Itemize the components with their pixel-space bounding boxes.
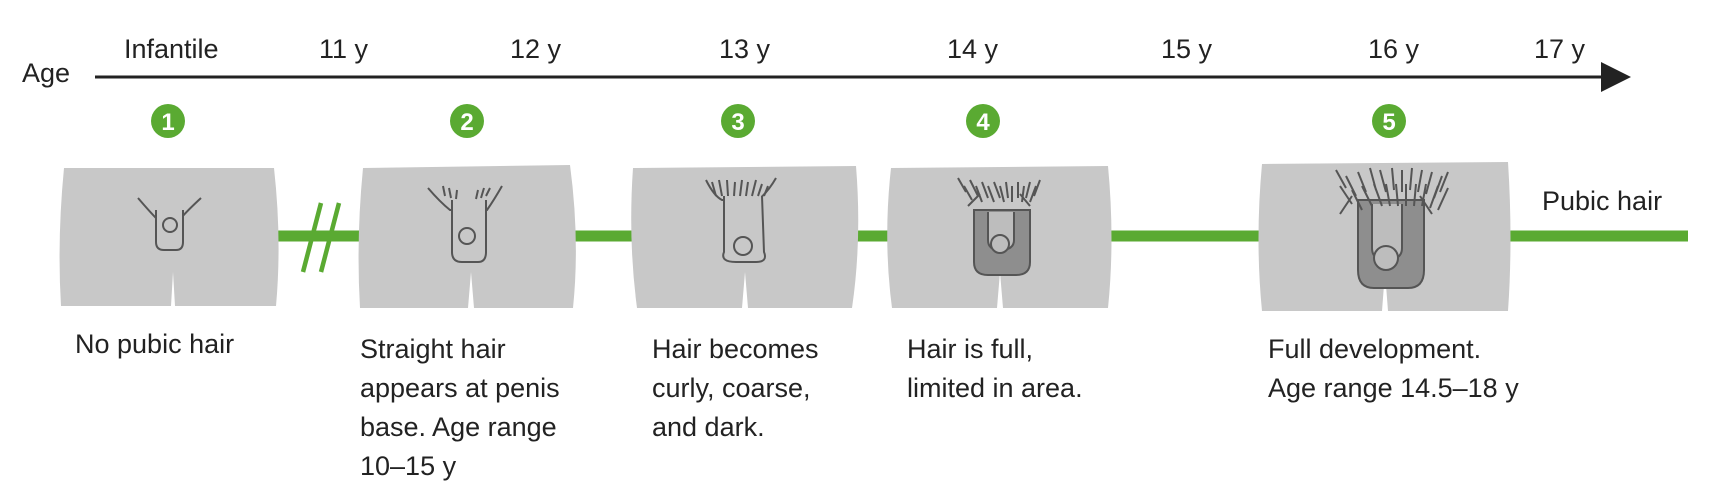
axis-tick-12: 12 y bbox=[510, 34, 562, 64]
stage-2-illustration bbox=[358, 165, 576, 308]
stage-2-description: Straight hair appears at penis base. Age… bbox=[360, 330, 560, 486]
stage-3-description-line: curly, coarse, bbox=[652, 373, 811, 403]
stage-5-description: Full development. Age range 14.5–18 y bbox=[1268, 330, 1519, 408]
stage-4-illustration bbox=[887, 166, 1112, 308]
axis-tick-16: 16 y bbox=[1368, 34, 1420, 64]
stage-2-description-line: base. Age range bbox=[360, 412, 557, 442]
stage-5-illustration bbox=[1258, 162, 1511, 311]
stage-4-description: Hair is full, limited in area. bbox=[907, 330, 1083, 408]
axis-tick-17: 17 y bbox=[1534, 34, 1586, 64]
axis-tick-15: 15 y bbox=[1161, 34, 1213, 64]
stage-2-description-line: 10–15 y bbox=[360, 451, 457, 481]
axis-tick-11: 11 y bbox=[319, 34, 369, 64]
diagram-graphics bbox=[59, 62, 1688, 311]
stage-3-description-line: and dark. bbox=[652, 412, 765, 442]
axis-tick-14: 14 y bbox=[947, 34, 999, 64]
axis-tick-13: 13 y bbox=[719, 34, 771, 64]
stage-4-description-line: limited in area. bbox=[907, 373, 1083, 403]
stage-1-illustration bbox=[59, 168, 279, 306]
stage-3-description: Hair becomes curly, coarse, and dark. bbox=[652, 330, 819, 447]
stage-1-description: No pubic hair bbox=[75, 325, 234, 364]
pubic-hair-track-label: Pubic hair bbox=[1542, 186, 1663, 216]
axis-tick-infantile: Infantile bbox=[124, 34, 219, 64]
axis-label-age: Age bbox=[22, 58, 71, 88]
stage-2-description-line: Straight hair bbox=[360, 334, 506, 364]
stage-5-description-line: Age range 14.5–18 y bbox=[1268, 373, 1519, 403]
tanner-stage-diagram: Age Infantile 11 y 12 y 13 y 14 y 15 y 1… bbox=[0, 0, 1723, 497]
stage-5-description-line: Full development. bbox=[1268, 334, 1482, 364]
stage-1-description-line: No pubic hair bbox=[75, 329, 235, 359]
stage-2-description-line: appears at penis bbox=[360, 373, 560, 403]
stage-3-description-line: Hair becomes bbox=[652, 334, 819, 364]
stage-4-description-line: Hair is full, bbox=[907, 334, 1034, 364]
stage-3-illustration bbox=[631, 166, 859, 308]
